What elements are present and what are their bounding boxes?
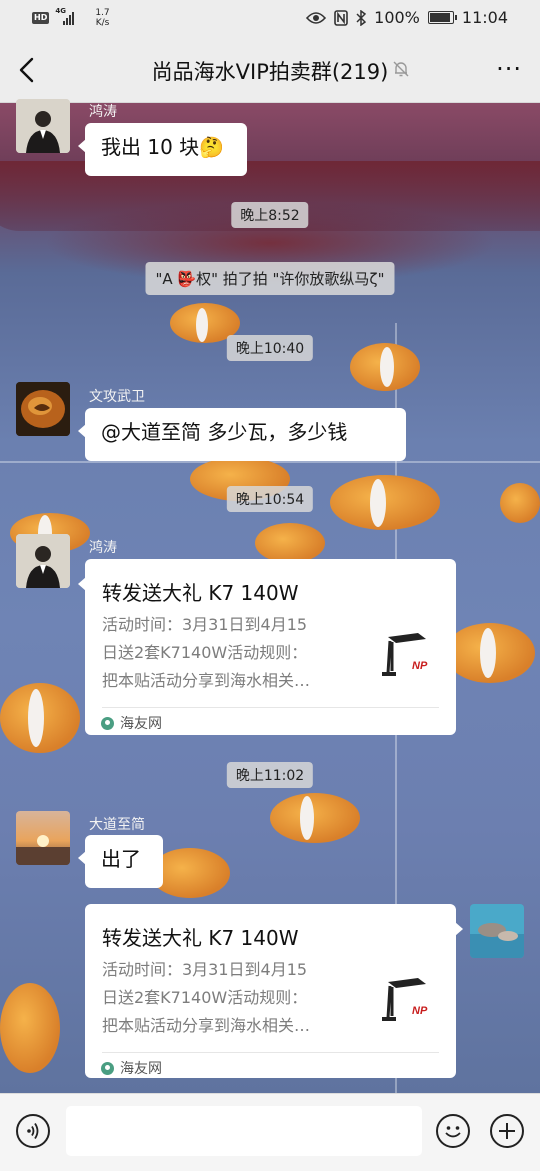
svg-text:NP: NP [412, 1005, 428, 1017]
avatar-hongtao[interactable] [16, 99, 70, 153]
plus-button[interactable] [490, 1114, 524, 1148]
avatar-dadaozhijian[interactable] [16, 811, 70, 865]
led-light-thumbnail: NP [378, 625, 442, 683]
sunset-icon [16, 811, 70, 865]
message-bubble[interactable]: @大道至简 多少瓦，多少钱 [78, 408, 406, 461]
person-icon [16, 534, 70, 588]
emoji-icon [445, 1126, 461, 1138]
bluetooth-icon [356, 9, 367, 26]
status-bar: HD 4G 1.7 K/s 100% 11:04 [0, 0, 540, 38]
card-title: 转发送大礼 K7 140W [102, 581, 299, 605]
status-bar-right: 100% 11:04 [306, 8, 508, 27]
hd-badge: HD [32, 12, 50, 24]
status-bar-left: HD 4G 1.7 K/s [32, 7, 110, 28]
chat-title: 尚品海水VIP拍卖群(219) [151, 60, 389, 84]
sender-name: 鸿涛 [89, 104, 117, 120]
sender-name: 大道至简 [89, 817, 145, 833]
mute-bell-icon [393, 61, 409, 77]
amber-icon [16, 382, 70, 436]
message-input[interactable] [66, 1106, 422, 1156]
avatar-wengongwuwei[interactable] [16, 382, 70, 436]
source-app-icon [101, 716, 114, 730]
card-source: 海友网 [101, 1058, 162, 1078]
voice-icon [27, 1123, 39, 1139]
card-source: 海友网 [101, 713, 162, 733]
timestamp: 晚上10:40 [226, 335, 314, 361]
timestamp: 晚上10:54 [226, 486, 314, 512]
message-bubble[interactable]: 我出 10 块🤔 [78, 123, 247, 176]
eye-icon [306, 11, 327, 24]
sender-name: 鸿涛 [89, 540, 117, 556]
card-divider [102, 707, 439, 708]
link-card-own[interactable]: 转发送大礼 K7 140W 活动时间：3月31日到4月15 日送2套K7140W… [85, 904, 463, 1078]
card-description: 活动时间：3月31日到4月15 日送2套K7140W活动规则： 把本贴活动分享到… [102, 960, 311, 1035]
timestamp: 晚上11:02 [226, 762, 314, 788]
card-title: 转发送大礼 K7 140W [102, 926, 299, 950]
signal-icon: 4G [55, 7, 81, 25]
card-divider [102, 1052, 439, 1053]
nav-bar: 尚品海水VIP拍卖群(219) ··· [0, 38, 540, 103]
battery-percent: 100% [374, 8, 420, 27]
led-light-thumbnail: NP [378, 970, 442, 1028]
nfc-icon [334, 9, 348, 26]
sender-name: 文攻武卫 [89, 389, 145, 405]
svg-text:NP: NP [412, 660, 428, 672]
input-bar [0, 1093, 540, 1171]
avatar-self[interactable] [470, 904, 524, 958]
message-bubble[interactable]: 出了 [78, 835, 163, 888]
timestamp: 晚上8:52 [231, 202, 309, 228]
source-app-icon [101, 1061, 114, 1075]
link-card[interactable]: 转发送大礼 K7 140W 活动时间：3月31日到4月15 日送2套K7140W… [78, 559, 456, 735]
coral-reef-icon [470, 904, 524, 958]
plus-icon [499, 1123, 515, 1139]
battery-icon [427, 11, 457, 24]
more-icon[interactable]: ··· [496, 57, 522, 81]
voice-button[interactable] [16, 1114, 50, 1148]
person-icon [16, 99, 70, 153]
pat-system-message: "A 👺权" 拍了拍 "许你放歌纵马ζ" [145, 262, 395, 295]
net-speed: 1.7 K/s [95, 8, 110, 28]
clock: 11:04 [461, 8, 508, 27]
emoji-button[interactable] [436, 1114, 470, 1148]
card-description: 活动时间：3月31日到4月15 日送2套K7140W活动规则： 把本贴活动分享到… [102, 615, 311, 690]
avatar-hongtao[interactable] [16, 534, 70, 588]
